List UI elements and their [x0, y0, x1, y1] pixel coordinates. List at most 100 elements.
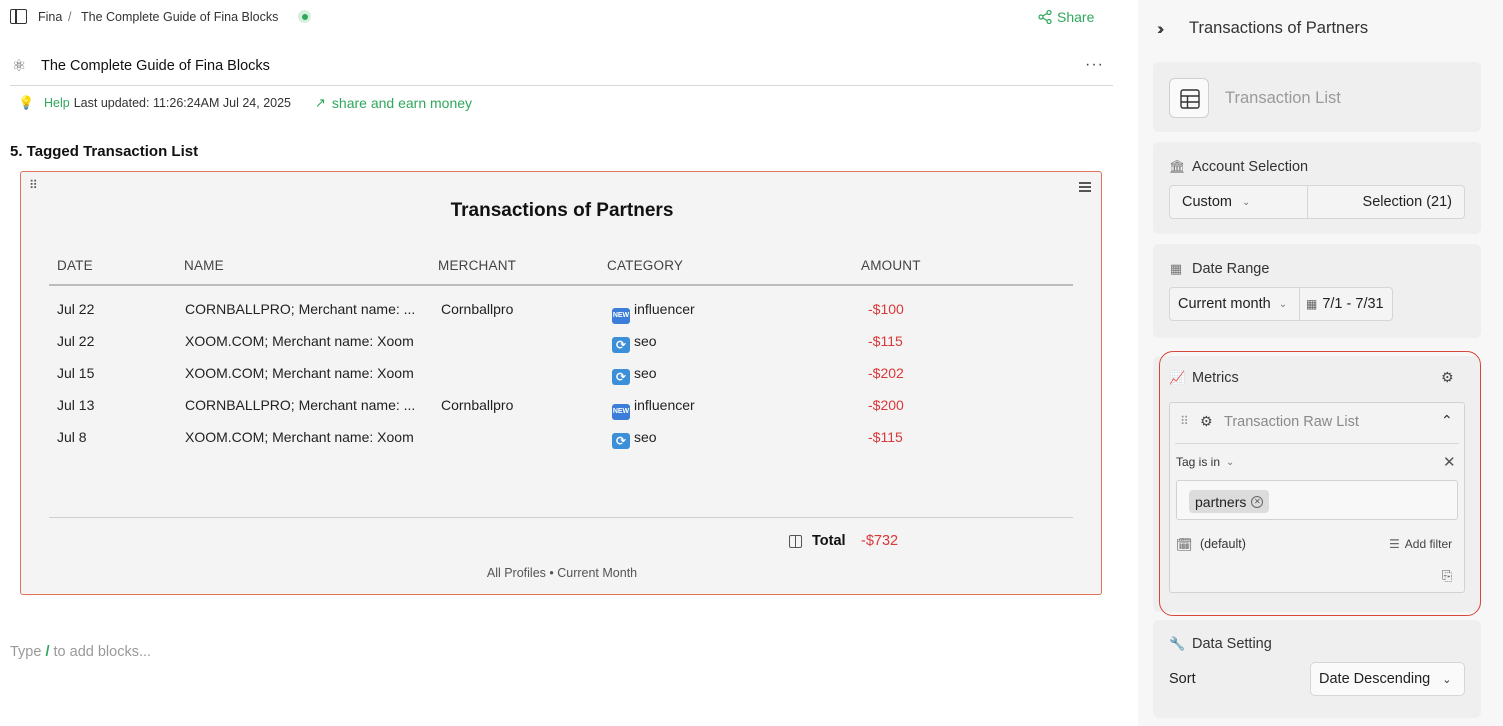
table-row[interactable]: Jul 22 XOOM.COM; Merchant name: Xoom ⟳ se…	[21, 330, 1103, 353]
column-header-amount[interactable]: AMOUNT	[861, 258, 921, 273]
cell-name: CORNBALLPRO; Merchant name: ...	[185, 397, 416, 413]
table-row[interactable]: Jul 13 CORNBALLPRO; Merchant name: ... C…	[21, 394, 1103, 420]
account-selection-heading: Account Selection	[1192, 159, 1309, 175]
date-preset-dropdown[interactable]: Current month ⌄	[1169, 287, 1300, 321]
add-filter-button[interactable]: ☰ Add filter	[1389, 537, 1452, 551]
breadcrumb-separator: /	[68, 10, 72, 24]
refresh-badge-icon: ⟳	[612, 369, 630, 385]
block-type-label: Transaction List	[1225, 89, 1341, 107]
block-menu-icon[interactable]	[1079, 182, 1091, 194]
remove-tag-icon[interactable]: ✕	[1251, 495, 1264, 508]
table-row[interactable]: Jul 15 XOOM.COM; Merchant name: Xoom ⟳ se…	[21, 362, 1103, 385]
metrics-settings-icon[interactable]: ⚙	[1441, 369, 1454, 386]
header-divider	[49, 284, 1073, 286]
sync-status-icon	[298, 10, 311, 23]
data-setting-heading: Data Setting	[1192, 636, 1272, 652]
help-link[interactable]: Help	[44, 96, 70, 110]
cell-date: Jul 22	[57, 333, 95, 349]
export-icon[interactable]: ⎘	[1442, 568, 1452, 584]
cell-name: XOOM.COM; Merchant name: Xoom	[185, 429, 414, 445]
new-badge-icon: NEW	[612, 308, 630, 324]
share-label: Share	[1057, 9, 1095, 25]
date-range-heading: Date Range	[1192, 261, 1270, 277]
metrics-heading: Metrics	[1192, 370, 1239, 386]
chevron-up-icon[interactable]: ⌃	[1441, 412, 1453, 429]
transaction-list-block[interactable]: ⠿ Transactions of Partners DATE NAME MER…	[20, 171, 1102, 595]
tag-chip[interactable]: partners ✕	[1189, 490, 1270, 513]
cell-amount: -$115	[868, 429, 903, 445]
cell-category: ⟳ seo	[612, 362, 657, 385]
top-bar: Fina / The Complete Guide of Fina Blocks…	[0, 0, 1120, 34]
calendar-icon: ▦	[1306, 297, 1318, 311]
sort-label: Sort	[1169, 671, 1196, 687]
column-header-category[interactable]: CATEGORY	[607, 258, 683, 273]
table-row[interactable]: Jul 22 CORNBALLPRO; Merchant name: ... C…	[21, 298, 1103, 324]
block-title: Transactions of Partners	[450, 200, 674, 221]
drag-handle-icon[interactable]: ⠿	[29, 179, 39, 191]
cell-amount: -$200	[868, 397, 904, 413]
help-row: 💡 Help Last updated: 11:26:24AM Jul 24, …	[18, 94, 472, 112]
cell-date: Jul 8	[57, 429, 87, 445]
cell-category: ⟳ seo	[612, 426, 657, 449]
account-selection-button[interactable]: Selection (21)	[1307, 185, 1465, 219]
breadcrumb-root[interactable]: Fina	[38, 10, 62, 24]
collapse-panel-icon[interactable]: ››	[1157, 19, 1165, 39]
chevron-down-icon: ⌄	[1241, 196, 1251, 208]
table-icon	[1169, 78, 1209, 118]
add-block-hint[interactable]: Type / to add blocks...	[10, 644, 151, 660]
block-type-card[interactable]: Transaction List	[1153, 62, 1481, 132]
wrench-icon: 🔧	[1169, 636, 1186, 651]
new-badge-icon: NEW	[612, 404, 630, 420]
chevron-down-icon: ⌄	[1226, 456, 1235, 468]
breadcrumb-page[interactable]: The Complete Guide of Fina Blocks	[81, 10, 278, 24]
divider	[1175, 443, 1459, 444]
doc-title[interactable]: The Complete Guide of Fina Blocks	[41, 58, 270, 74]
footer-divider	[49, 517, 1073, 518]
cell-amount: -$100	[868, 301, 904, 317]
total-column-icon[interactable]	[789, 535, 802, 548]
share-earn-link[interactable]: share and earn money	[332, 95, 472, 111]
column-header-name[interactable]: NAME	[184, 258, 224, 273]
table-row[interactable]: Jul 8 XOOM.COM; Merchant name: Xoom ⟳ seo…	[21, 426, 1103, 449]
cell-category: NEW influencer	[612, 298, 695, 324]
cell-amount: -$115	[868, 333, 903, 349]
tag-select-input[interactable]: partners ✕	[1176, 480, 1458, 520]
cell-date: Jul 22	[57, 301, 95, 317]
date-range-picker[interactable]: ▦ 7/1 - 7/31	[1299, 287, 1393, 321]
chevron-down-icon: ⌄	[1442, 673, 1452, 686]
column-header-date[interactable]: DATE	[57, 258, 93, 273]
cell-name: CORNBALLPRO; Merchant name: ...	[185, 301, 416, 317]
lightbulb-icon: 💡	[18, 95, 35, 110]
column-header-merchant[interactable]: MERCHANT	[438, 258, 516, 273]
more-options-button[interactable]: ···	[1085, 56, 1104, 74]
chip-icon: ⚙	[1200, 413, 1213, 429]
share-icon	[1038, 10, 1052, 24]
line-chart-icon: 📈	[1169, 370, 1186, 385]
drag-handle-icon[interactable]: ⠿	[1180, 414, 1189, 428]
chevron-down-icon: ⌄	[1278, 298, 1288, 310]
calendar-clock-icon: 🗓	[1176, 537, 1193, 552]
cell-date: Jul 15	[57, 365, 95, 381]
bank-icon: 🏛	[1169, 159, 1186, 174]
metric-item-label[interactable]: Transaction Raw List	[1224, 414, 1359, 430]
cell-merchant: Cornballpro	[441, 301, 514, 317]
total-value: -$732	[861, 533, 899, 549]
block-footer-note: All Profiles • Current Month	[486, 566, 638, 580]
cell-name: XOOM.COM; Merchant name: Xoom	[185, 333, 414, 349]
panel-title: Transactions of Partners	[1189, 19, 1369, 37]
share-button[interactable]: Share	[1038, 9, 1094, 25]
external-link-icon: ↗	[315, 95, 326, 110]
account-mode-dropdown[interactable]: Custom ⌄	[1169, 185, 1308, 219]
total-label: Total	[812, 533, 846, 549]
divider	[10, 85, 1113, 86]
default-date-label[interactable]: (default)	[1200, 537, 1246, 551]
sidebar-toggle-icon[interactable]	[10, 9, 27, 24]
remove-filter-icon[interactable]: ✕	[1443, 453, 1456, 471]
refresh-badge-icon: ⟳	[612, 337, 630, 353]
tag-filter-dropdown[interactable]: Tag is in ⌄	[1176, 455, 1234, 469]
filter-add-icon: ☰	[1389, 537, 1400, 551]
atom-icon: ⚛	[11, 58, 27, 75]
section-title: 5. Tagged Transaction List	[10, 143, 199, 160]
calendar-icon: ▦	[1169, 261, 1183, 276]
sort-dropdown[interactable]: Date Descending ⌄	[1310, 662, 1465, 696]
